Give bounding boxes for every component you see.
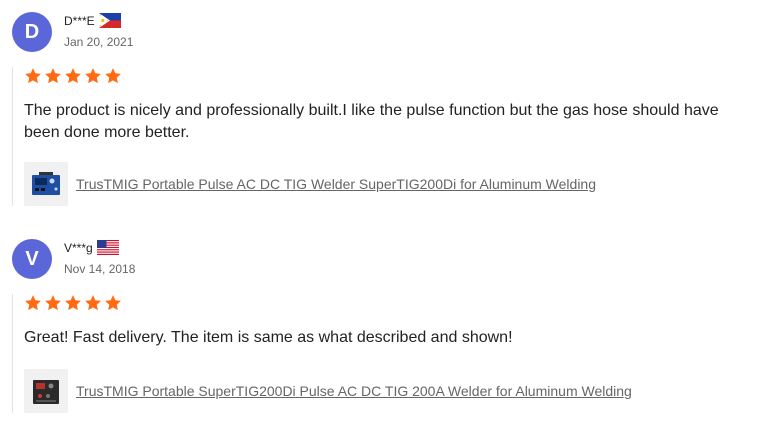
reviewer-info: V***g bbox=[64, 240, 119, 255]
review-body: Great! Fast delivery. The item is same a… bbox=[12, 294, 764, 413]
black-welder-thumbnail bbox=[33, 380, 59, 404]
product-row[interactable]: TrusTMIG Portable SuperTIG200Di Pulse AC… bbox=[24, 369, 764, 413]
star-icon bbox=[65, 295, 81, 311]
reviewer-info: D***E bbox=[64, 13, 121, 28]
star-icon bbox=[105, 295, 121, 311]
usa-flag-icon bbox=[96, 240, 119, 255]
philippines-flag-icon bbox=[98, 13, 121, 28]
review-text: Great! Fast delivery. The item is same a… bbox=[24, 329, 513, 346]
review-text: The product is nicely and professionally… bbox=[24, 102, 719, 141]
reviewer-name: D***E bbox=[64, 13, 95, 28]
star-rating bbox=[24, 67, 764, 87]
star-icon bbox=[25, 295, 41, 311]
star-icon bbox=[105, 68, 121, 84]
product-thumbnail[interactable] bbox=[24, 369, 68, 413]
star-icon bbox=[25, 68, 41, 84]
star-icon bbox=[65, 68, 81, 84]
product-link[interactable]: TrusTMIG Portable SuperTIG200Di Pulse AC… bbox=[76, 383, 632, 399]
product-link[interactable]: TrusTMIG Portable Pulse AC DC TIG Welder… bbox=[76, 176, 596, 192]
reviewer-name: V***g bbox=[64, 240, 93, 255]
review-date: Nov 14, 2018 bbox=[64, 262, 136, 276]
star-icon bbox=[45, 295, 61, 311]
star-icon bbox=[85, 295, 101, 311]
star-icon bbox=[45, 68, 61, 84]
review-body: The product is nicely and professionally… bbox=[12, 67, 764, 206]
avatar: V bbox=[12, 239, 52, 279]
star-rating bbox=[24, 294, 764, 314]
product-thumbnail[interactable] bbox=[24, 162, 68, 206]
review-date: Jan 20, 2021 bbox=[64, 35, 134, 49]
product-row[interactable]: TrusTMIG Portable Pulse AC DC TIG Welder… bbox=[24, 162, 764, 206]
star-icon bbox=[85, 68, 101, 84]
avatar: D bbox=[12, 12, 52, 52]
blue-welder-thumbnail bbox=[32, 172, 60, 195]
